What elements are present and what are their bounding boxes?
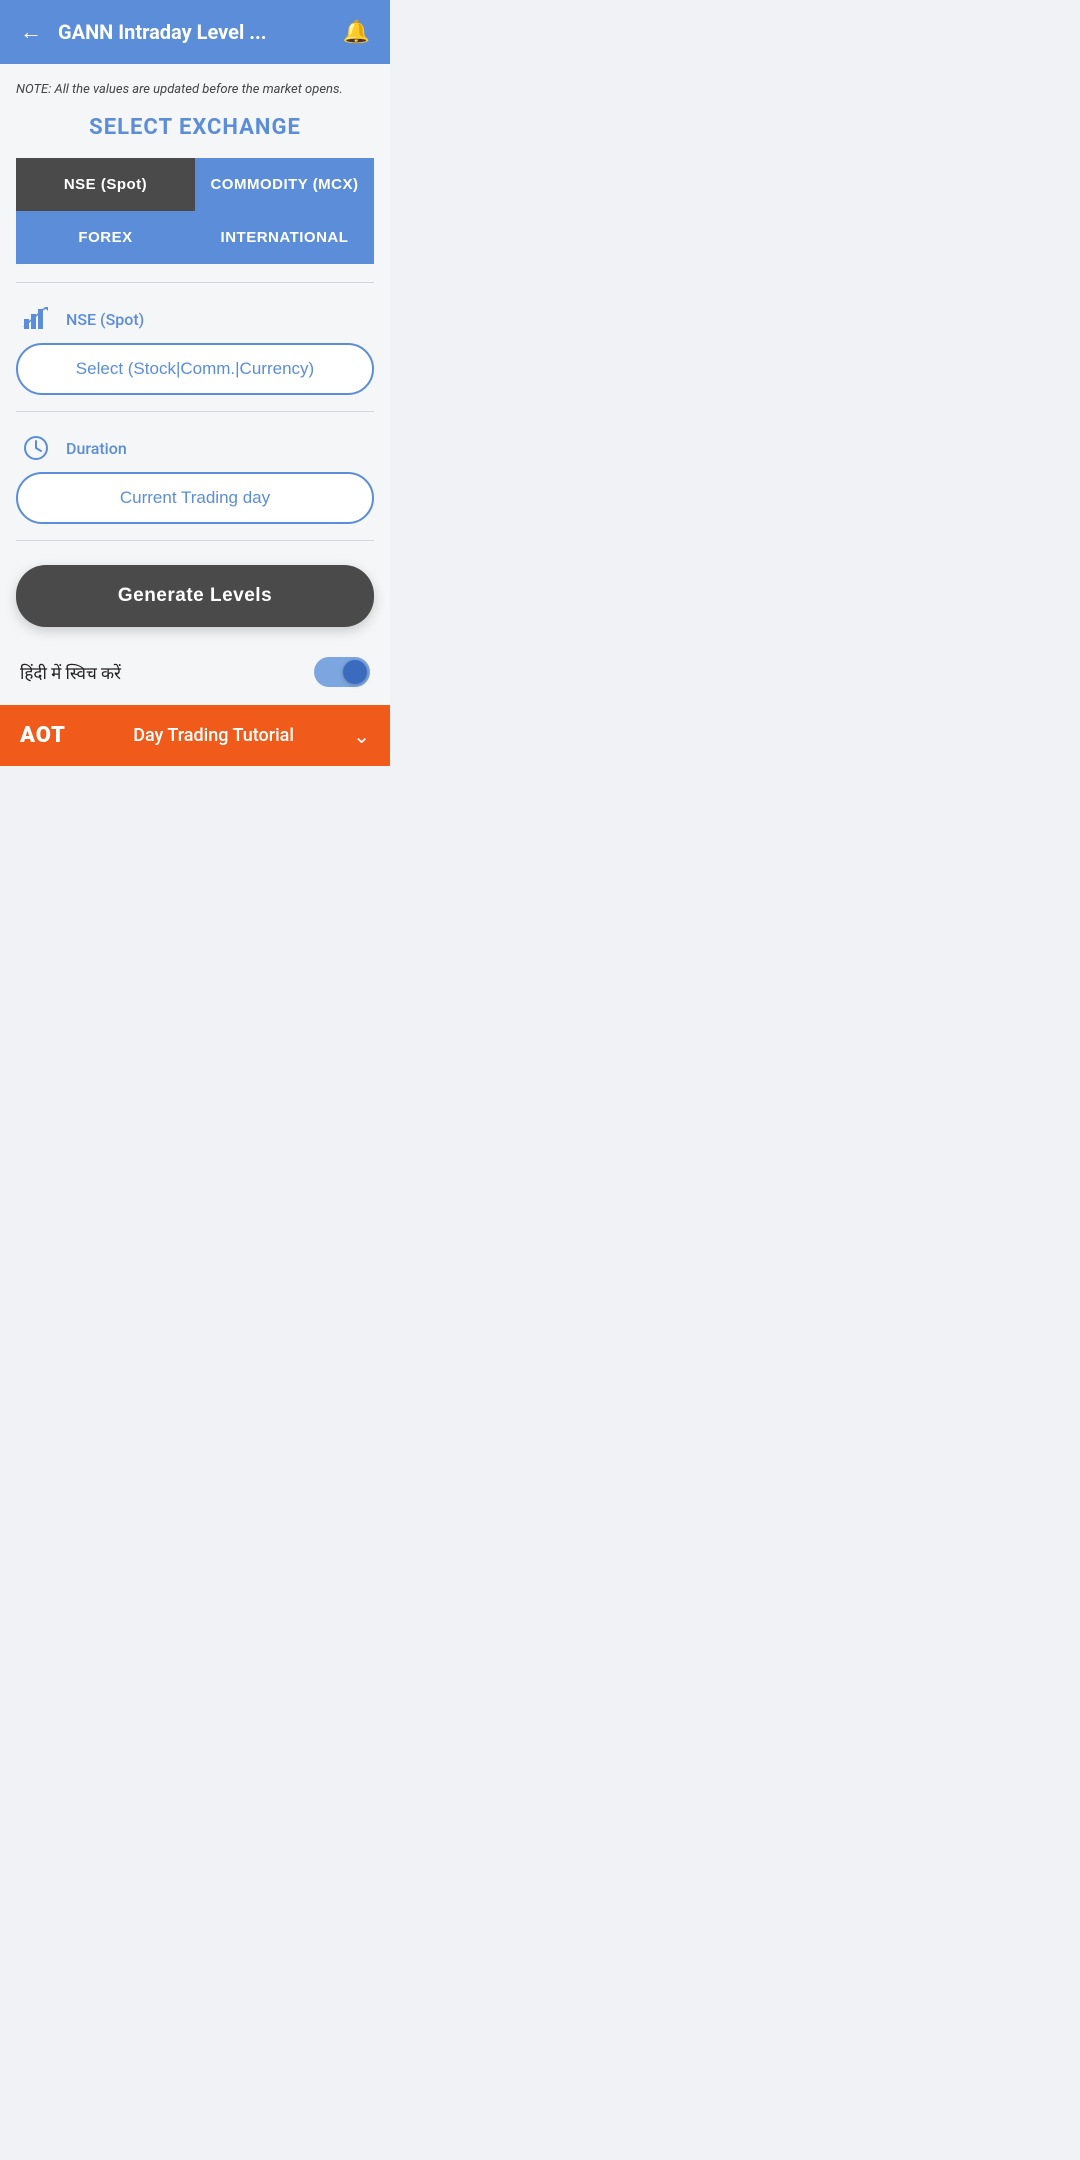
generate-levels-button[interactable]: Generate Levels [16,565,374,627]
exchange-btn-mcx[interactable]: COMMODITY (MCX) [195,158,374,211]
toggle-thumb [343,660,367,684]
aot-chevron-icon: ⌄ [353,724,370,748]
exchange-btn-international[interactable]: INTERNATIONAL [195,211,374,264]
stock-select-button[interactable]: Select (Stock|Comm.|Currency) [16,343,374,395]
exchange-btn-nse[interactable]: NSE (Spot) [16,158,195,211]
aot-banner-text: Day Trading Tutorial [74,725,353,746]
app-header: ← GANN Intraday Level ... 🔔 [0,0,390,64]
stock-section-row: NSE (Spot) [16,291,374,343]
hindi-toggle-row: हिंदी में स्विच करें [16,647,374,705]
exchange-btn-forex[interactable]: FOREX [16,211,195,264]
divider-3 [16,540,374,541]
select-exchange-title: SELECT EXCHANGE [16,115,374,140]
chart-icon [20,305,52,333]
aot-logo: AOT [20,723,66,748]
clock-icon [20,434,52,462]
bell-icon[interactable]: 🔔 [343,20,370,45]
bottom-bar [0,766,390,790]
aot-banner[interactable]: AOT Day Trading Tutorial ⌄ [0,705,390,766]
duration-section-row: Duration [16,420,374,472]
back-button[interactable]: ← [20,19,42,45]
divider-2 [16,411,374,412]
hindi-toggle-switch[interactable] [314,657,370,687]
divider-1 [16,282,374,283]
stock-section-label: NSE (Spot) [66,310,144,329]
duration-select-button[interactable]: Current Trading day [16,472,374,524]
duration-label: Duration [66,439,127,458]
note-text: NOTE: All the values are updated before … [16,82,374,97]
hindi-toggle-label: हिंदी में स्विच करें [20,661,121,684]
main-content: NOTE: All the values are updated before … [0,64,390,705]
exchange-grid: NSE (Spot) COMMODITY (MCX) FOREX INTERNA… [16,158,374,264]
header-title: GANN Intraday Level ... [58,20,343,44]
